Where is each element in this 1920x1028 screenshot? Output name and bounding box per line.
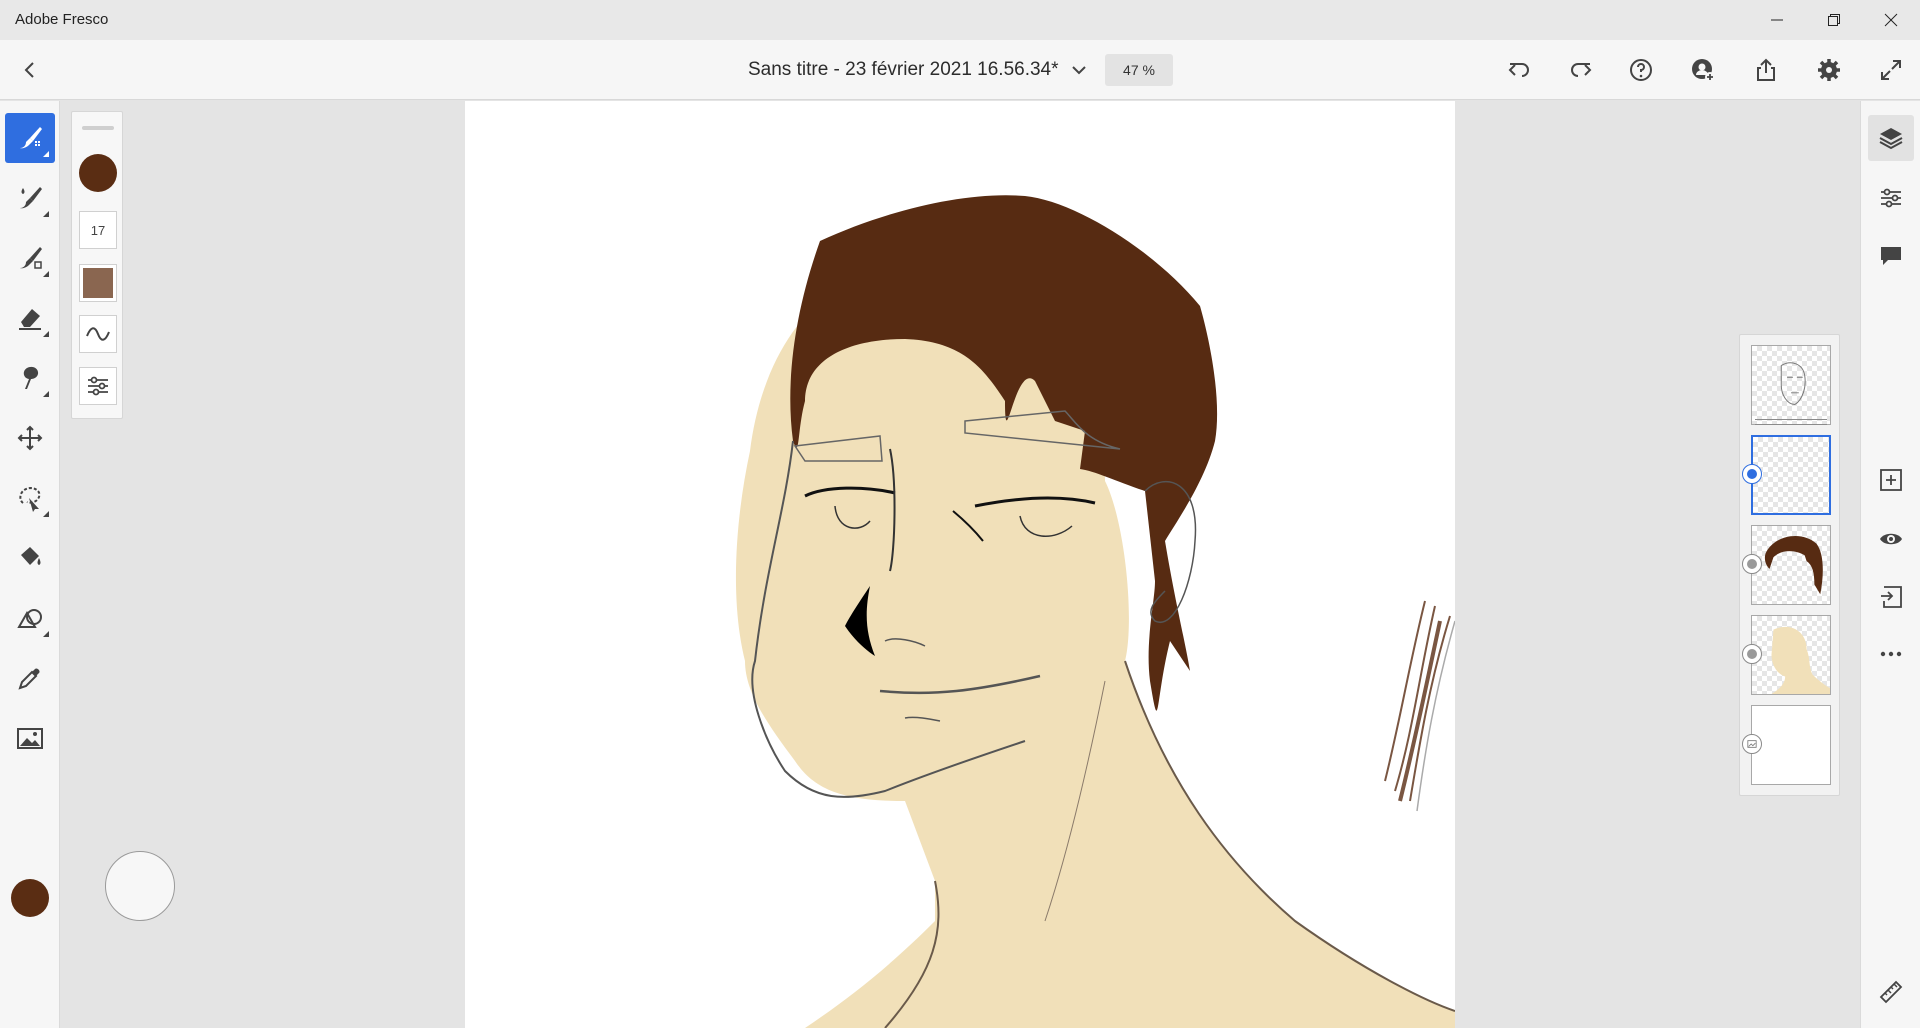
- zoom-level[interactable]: 47 %: [1105, 54, 1173, 86]
- layer-thumbnail-skin[interactable]: [1751, 615, 1831, 695]
- ruler-icon: [1879, 980, 1903, 1004]
- live-brush-icon: [20, 187, 42, 209]
- selection-tool[interactable]: [5, 473, 55, 523]
- close-icon: [1884, 13, 1898, 27]
- add-layer-button[interactable]: [1868, 457, 1914, 503]
- live-brush-tool[interactable]: [5, 173, 55, 223]
- artwork-illustration: [735, 195, 1455, 1028]
- image-icon: [17, 728, 43, 749]
- pixel-brush-tool[interactable]: [5, 113, 55, 163]
- layer-properties-icon: [1881, 188, 1901, 208]
- more-icon: [1880, 651, 1902, 657]
- fullscreen-icon: [1881, 60, 1901, 80]
- brush-settings-button[interactable]: [79, 367, 117, 405]
- comments-button[interactable]: [1868, 233, 1914, 279]
- undo-button[interactable]: [1497, 48, 1541, 92]
- layer-thumbnail-active[interactable]: [1751, 435, 1831, 515]
- place-image-tool[interactable]: [5, 713, 55, 763]
- back-button[interactable]: [8, 48, 52, 92]
- hair-thumbnail: [1764, 536, 1823, 595]
- layer-active-badge: [1742, 464, 1762, 484]
- brush-size-field[interactable]: 17: [79, 211, 117, 249]
- image-icon: [1747, 740, 1757, 748]
- comments-icon: [1881, 247, 1901, 265]
- add-layer-icon: [1880, 469, 1902, 491]
- smudge-tool[interactable]: [5, 353, 55, 403]
- restore-button[interactable]: [1803, 0, 1865, 40]
- layer-thumbnail-background[interactable]: [1751, 705, 1831, 785]
- layers-button[interactable]: [1868, 115, 1914, 161]
- panel-drag-handle[interactable]: [82, 126, 114, 130]
- eraser-tool[interactable]: [5, 293, 55, 343]
- brush-texture-button[interactable]: [79, 264, 117, 302]
- back-icon: [24, 62, 34, 78]
- vector-brush-tool[interactable]: [5, 233, 55, 283]
- smudge-icon: [23, 366, 39, 389]
- share-button[interactable]: [1744, 48, 1788, 92]
- minimize-icon: [1771, 19, 1783, 21]
- settings-button[interactable]: [1807, 48, 1851, 92]
- layers-panel: [1739, 334, 1840, 796]
- invite-icon: [1692, 59, 1715, 82]
- vector-brush-icon: [20, 247, 42, 269]
- eyedropper-icon: [18, 668, 40, 690]
- undo-icon: [1508, 63, 1529, 77]
- import-layer-icon: [1881, 586, 1902, 608]
- brush-smoothing-icon: [86, 327, 110, 341]
- shapes-icon: [17, 609, 42, 628]
- restore-icon: [1828, 14, 1840, 26]
- brush-smoothing-button[interactable]: [79, 315, 117, 353]
- shapes-tool[interactable]: [5, 593, 55, 643]
- layer-image-badge: [1742, 734, 1762, 754]
- transform-tool[interactable]: [5, 413, 55, 463]
- document-menu-button[interactable]: [1057, 48, 1101, 92]
- texture-swatch: [83, 268, 113, 298]
- touch-shortcut-button[interactable]: [105, 851, 175, 921]
- brush-properties-panel: 17: [71, 111, 123, 419]
- visibility-button[interactable]: [1868, 516, 1914, 562]
- skin-thumbnail: [1771, 626, 1830, 694]
- fill-tool[interactable]: [5, 533, 55, 583]
- app-title: Adobe Fresco: [15, 11, 109, 28]
- window-title-bar: Adobe Fresco: [0, 0, 1920, 40]
- settings-icon: [1818, 59, 1840, 81]
- layer-thumbnail-sketch[interactable]: [1751, 345, 1831, 425]
- layer-properties-button[interactable]: [1868, 175, 1914, 221]
- layers-icon: [1879, 128, 1903, 150]
- eyedropper-tool[interactable]: [5, 653, 55, 703]
- drawing-canvas[interactable]: [465, 101, 1455, 1028]
- right-toolbar: [1860, 101, 1920, 1028]
- close-button[interactable]: [1860, 0, 1920, 40]
- brush-color-swatch[interactable]: [79, 154, 117, 192]
- help-button[interactable]: [1619, 48, 1663, 92]
- layer-group-indicator: [1755, 419, 1827, 425]
- paint-bucket-icon: [21, 547, 41, 565]
- invite-button[interactable]: [1681, 48, 1725, 92]
- pixel-brush-icon: [20, 127, 42, 149]
- ruler-button[interactable]: [1868, 969, 1914, 1015]
- redo-button[interactable]: [1559, 48, 1603, 92]
- layer-pixel-badge: [1742, 554, 1762, 574]
- fullscreen-button[interactable]: [1869, 48, 1913, 92]
- share-icon: [1757, 58, 1775, 81]
- minimize-button[interactable]: [1746, 0, 1808, 40]
- visibility-icon: [1880, 533, 1902, 545]
- fresco-app: Adobe Fresco Sans titre - 23 février 202…: [0, 0, 1920, 1028]
- move-icon: [17, 425, 43, 451]
- more-options-button[interactable]: [1868, 631, 1914, 677]
- app-header: Sans titre - 23 février 2021 16.56.34* 4…: [0, 40, 1920, 100]
- help-icon: [1630, 59, 1652, 81]
- chevron-down-icon: [1072, 66, 1086, 75]
- redo-icon: [1571, 63, 1592, 77]
- lasso-icon: [19, 486, 41, 512]
- eraser-icon: [19, 309, 41, 330]
- layer-thumbnail-hair[interactable]: [1751, 525, 1831, 605]
- tools-toolbar: [0, 101, 60, 1028]
- sketch-thumbnail: [1780, 362, 1806, 405]
- color-picker-button[interactable]: [11, 879, 49, 917]
- document-title[interactable]: Sans titre - 23 février 2021 16.56.34*: [748, 59, 1059, 81]
- brush-settings-icon: [88, 376, 108, 396]
- import-layer-button[interactable]: [1868, 574, 1914, 620]
- layer-pixel-badge: [1742, 644, 1762, 664]
